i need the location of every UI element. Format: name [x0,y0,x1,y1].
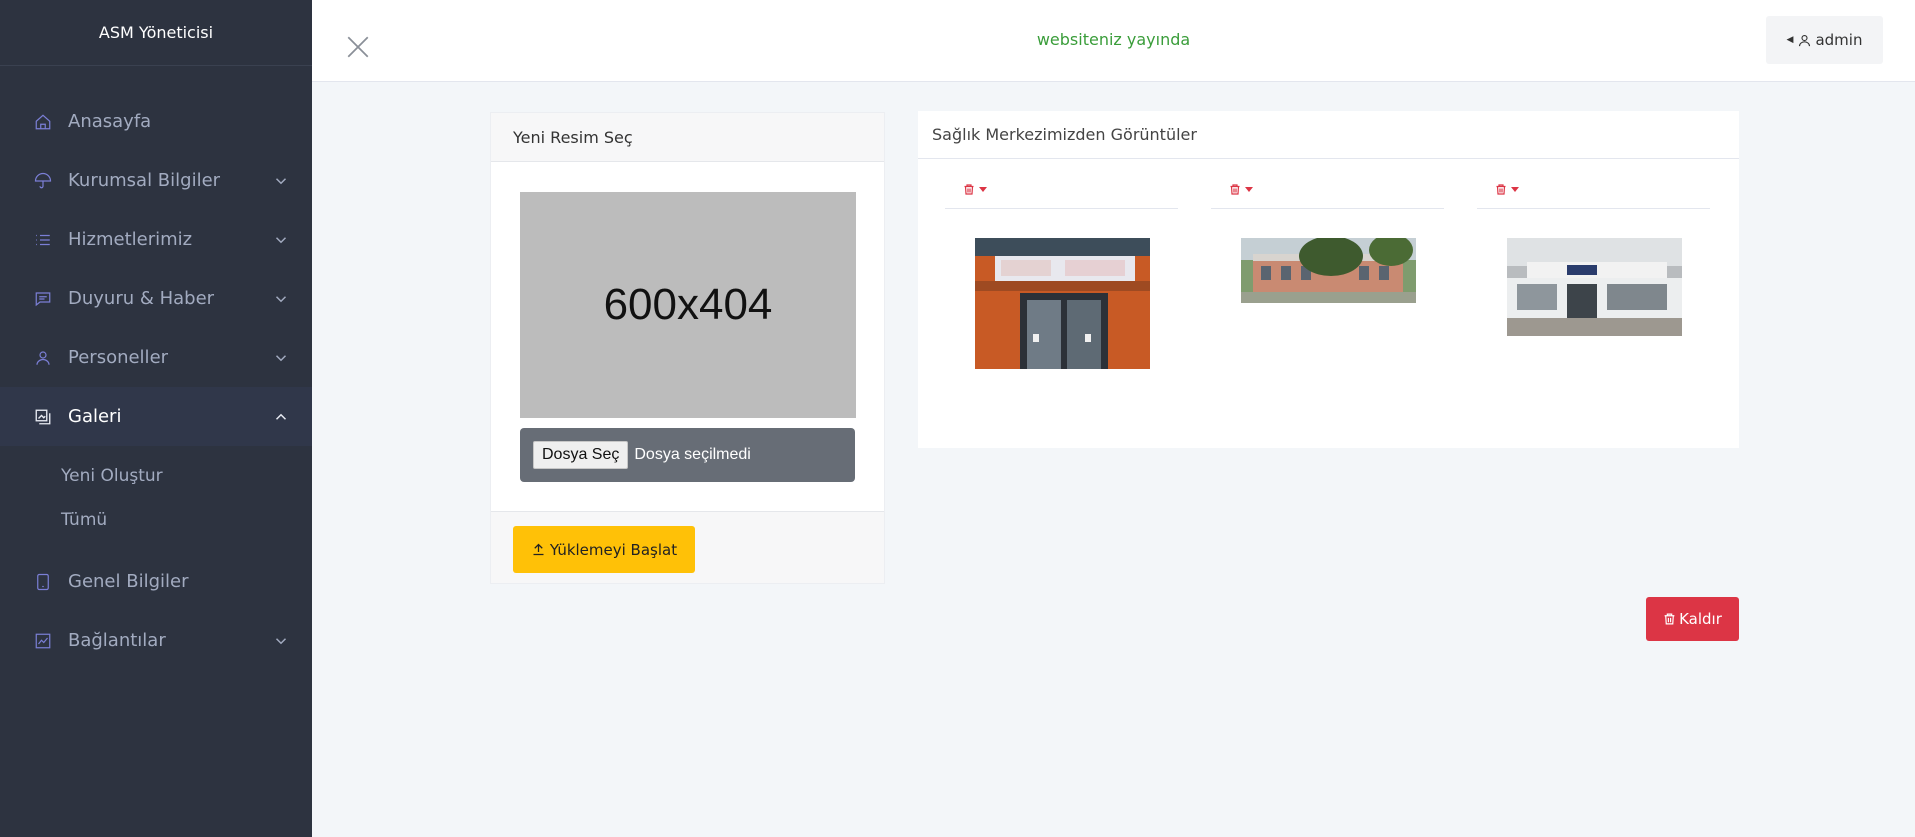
sidebar-item-galeri[interactable]: Galeri [0,387,312,446]
chevron-down-icon [275,236,287,243]
gallery-icon [32,406,54,428]
caret-down-icon [1245,187,1253,192]
top-header: websiteniz yayında ◀ admin [312,0,1915,82]
caret-down-icon [1511,187,1519,192]
remove-label: Kaldır [1679,610,1722,628]
brand-title: ASM Yöneticisi [0,0,312,66]
start-upload-label: Yüklemeyi Başlat [549,540,678,559]
choose-file-button[interactable]: Dosya Seç [533,441,629,469]
chevron-up-icon [275,413,287,420]
sidebar-item-label: Personeller [68,347,169,368]
gallery-item [1211,171,1444,303]
caret-down-icon [979,187,987,192]
sidebar-item-label: Galeri [68,406,122,427]
sidebar-item-label: Bağlantılar [68,630,166,651]
gallery-image [1507,238,1682,336]
subnav-item-tumu[interactable]: Tümü [0,498,312,542]
sidebar-item-label: Hizmetlerimiz [68,229,193,250]
caret-left-icon: ◀ [1786,35,1794,45]
chart-icon [32,630,54,652]
user-icon [1799,34,1811,46]
start-upload-button[interactable]: Yüklemeyi Başlat [513,526,695,573]
chevron-down-icon [275,295,287,302]
sidebar-nav: Anasayfa Kurumsal Bilgiler Hizmetlerimiz… [0,66,312,446]
remove-button[interactable]: Kaldır [1646,597,1739,641]
sidebar-item-personeller[interactable]: Personeller [0,328,312,387]
trash-icon [1230,184,1240,195]
chevron-down-icon [275,354,287,361]
file-status-text: Dosya seçilmedi [634,446,751,463]
sidebar-item-label: Genel Bilgiler [68,571,189,592]
site-status-text: websiteniz yayında [1036,30,1191,49]
upload-icon [533,543,544,556]
upload-card: Yeni Resim Seç 600x404 Dosya Seç Dosya s… [490,112,885,584]
umbrella-icon [32,170,54,192]
sidebar-item-genel-bilgiler[interactable]: Genel Bilgiler [0,552,312,611]
tablet-icon [32,571,54,593]
gallery-card: Sağlık Merkezimizden Görüntüler [918,111,1739,448]
delete-dropdown[interactable] [945,171,1178,209]
home-icon [32,111,54,133]
delete-dropdown[interactable] [1477,171,1710,209]
delete-dropdown[interactable] [1211,171,1444,209]
subnav-item-yeni-olustur[interactable]: Yeni Oluştur [0,454,312,498]
sidebar-item-label: Kurumsal Bilgiler [68,170,221,191]
gallery-image [1241,238,1416,303]
gallery-item [1477,171,1710,336]
sidebar: ASM Yöneticisi Anasayfa Kurumsal Bilgile… [0,0,312,837]
admin-label: admin [1815,31,1863,49]
chat-icon [32,288,54,310]
chevron-down-icon [275,177,287,184]
user-icon [32,347,54,369]
sidebar-item-kurumsal-bilgiler[interactable]: Kurumsal Bilgiler [0,151,312,210]
admin-menu-button[interactable]: ◀ admin [1766,16,1883,64]
sidebar-nav-bottom: Genel Bilgiler Bağlantılar [0,552,312,670]
trash-icon [964,184,974,195]
upload-card-title: Yeni Resim Seç [491,113,884,162]
sidebar-item-duyuru-haber[interactable]: Duyuru & Haber [0,269,312,328]
upload-card-footer: Yüklemeyi Başlat [491,511,884,583]
image-placeholder: 600x404 [520,192,856,418]
sidebar-item-hizmetlerimiz[interactable]: Hizmetlerimiz [0,210,312,269]
galeri-subnav: Yeni Oluştur Tümü [0,446,312,552]
file-input[interactable]: Dosya Seç Dosya seçilmedi [520,428,855,482]
sidebar-item-anasayfa[interactable]: Anasayfa [0,92,312,151]
gallery-item [945,171,1178,369]
list-icon [32,229,54,251]
gallery-card-title: Sağlık Merkezimizden Görüntüler [918,111,1739,159]
gallery-image [975,238,1150,369]
close-icon[interactable] [345,34,371,60]
chevron-down-icon [275,637,287,644]
trash-icon [1496,184,1506,195]
sidebar-item-label: Duyuru & Haber [68,288,215,309]
sidebar-item-label: Anasayfa [68,111,152,132]
trash-icon [1664,613,1675,625]
sidebar-item-baglantilar[interactable]: Bağlantılar [0,611,312,670]
